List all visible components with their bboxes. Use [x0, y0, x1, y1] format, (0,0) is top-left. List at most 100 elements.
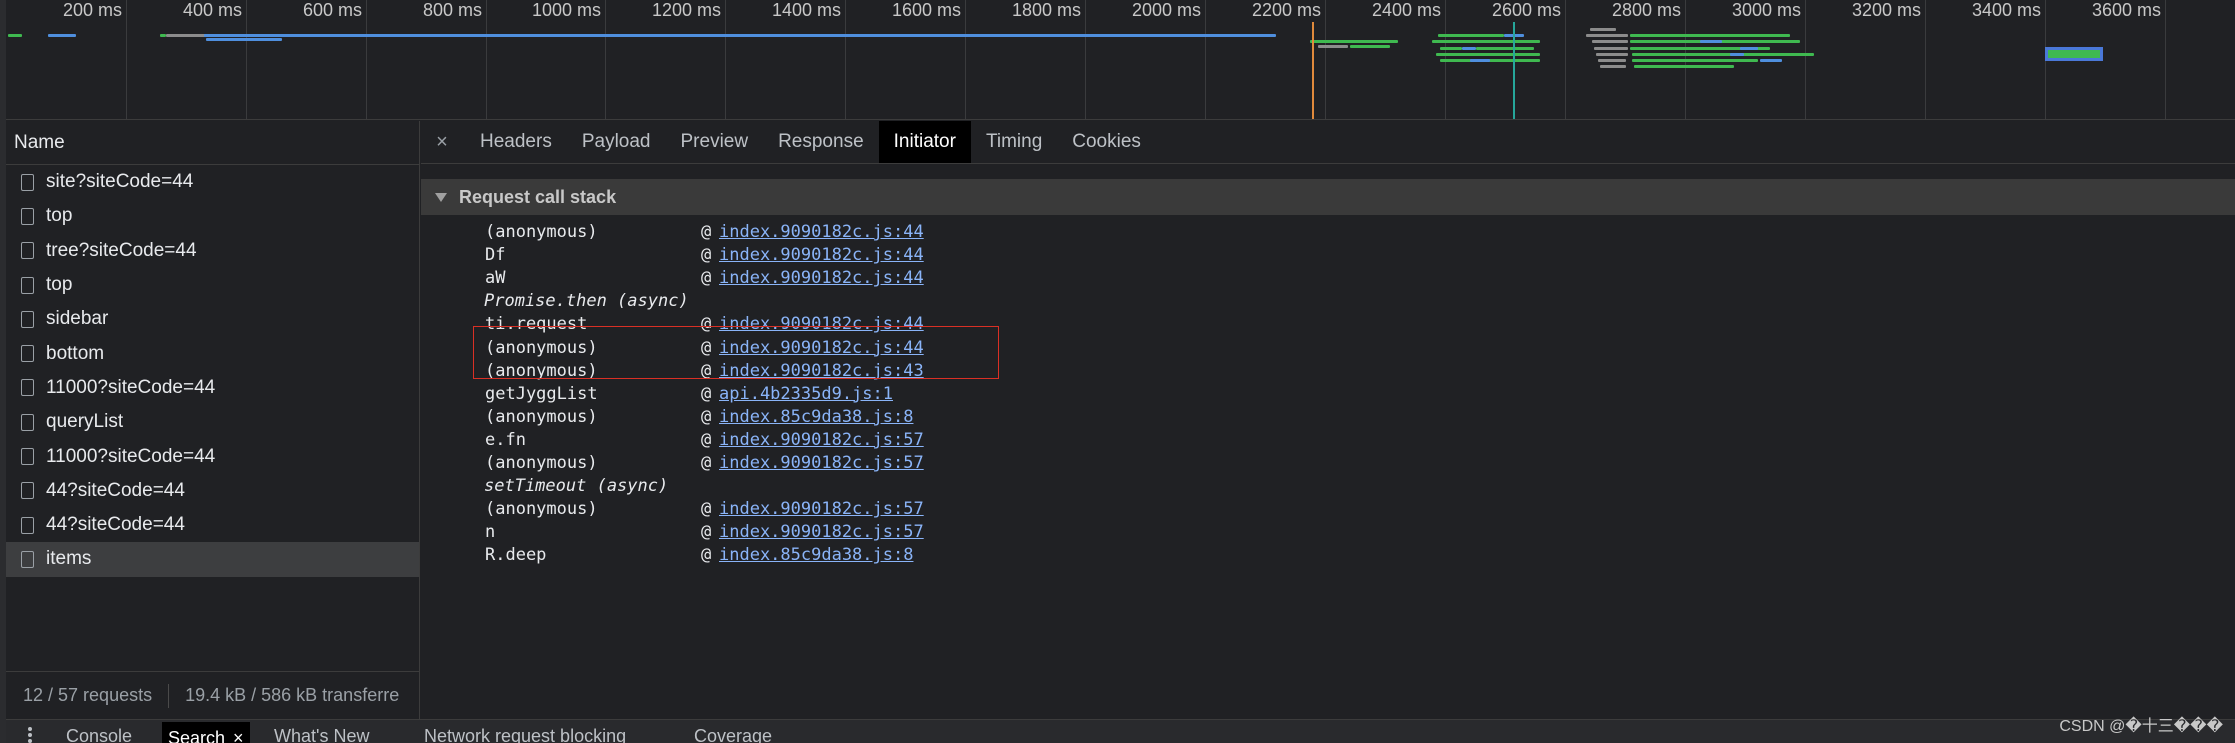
timeline-tick-label: 3400 ms: [1971, 0, 2041, 20]
frame-function-name: (anonymous): [485, 222, 598, 242]
tab-response[interactable]: Response: [763, 121, 879, 163]
timeline-request-bar: [1740, 47, 1758, 50]
frame-function-name: e.fn: [485, 429, 526, 450]
details-tab-bar: × Headers Payload Preview Response Initiator…: [421, 121, 2235, 164]
request-row[interactable]: items: [6, 542, 419, 577]
document-icon: [21, 379, 34, 397]
drawer-tab-network-request-blocking[interactable]: Network request blocking: [424, 726, 626, 743]
frame-function-name: n: [485, 522, 496, 543]
timeline-request-bar: [1596, 53, 1628, 56]
timeline-request-bar: [1350, 45, 1390, 48]
drawer-tab-search[interactable]: Search ×: [162, 722, 250, 743]
document-icon: [21, 345, 34, 363]
frame-source-link[interactable]: index.9090182c.js:57: [719, 430, 924, 450]
request-name: items: [46, 548, 92, 570]
frame-function-name: (anonymous): [485, 453, 598, 473]
drawer-tab-label: Console: [66, 726, 133, 743]
triangle-down-icon: [435, 192, 447, 202]
frame-at-sign: @: [701, 222, 712, 242]
timeline-request-bar: [48, 34, 76, 37]
timeline-tick-label: 2600 ms: [1491, 0, 1561, 20]
frame-source-link[interactable]: index.9090182c.js:44: [719, 268, 924, 288]
timeline-overview[interactable]: 200 ms 400 ms 600 ms 800 ms 1000 ms 1200 ms 14…: [0, 0, 2235, 120]
close-icon[interactable]: ×: [233, 728, 244, 743]
request-row[interactable]: 11000?siteCode=44: [6, 371, 419, 405]
highlight-annotation: [473, 326, 999, 379]
name-column-header[interactable]: Name: [6, 121, 419, 165]
timeline-request-bar: [1632, 59, 1758, 62]
request-row[interactable]: sidebar: [6, 302, 419, 336]
frame-source-link[interactable]: index.9090182c.js:57: [719, 499, 924, 519]
frame-function-name: (anonymous): [485, 499, 598, 520]
tab-initiator[interactable]: Initiator: [878, 121, 971, 163]
timeline-request-bar: [1586, 34, 1628, 37]
request-name: site?siteCode=44: [46, 171, 194, 193]
tab-headers[interactable]: Headers: [465, 121, 567, 163]
drawer-tab-what-s-new[interactable]: What's New: [274, 726, 369, 743]
request-row[interactable]: 44?siteCode=44: [6, 508, 419, 542]
request-row[interactable]: queryList: [6, 405, 419, 439]
request-row[interactable]: site?siteCode=44: [6, 165, 419, 199]
load-event-marker: [1513, 22, 1515, 119]
timeline-request-bar: [1630, 34, 1790, 37]
frame-source-link[interactable]: index.9090182c.js:44: [719, 222, 924, 242]
request-row[interactable]: 11000?siteCode=44: [6, 439, 419, 473]
request-row[interactable]: tree?siteCode=44: [6, 234, 419, 268]
request-row[interactable]: top: [6, 268, 419, 302]
tab-cookies[interactable]: Cookies: [1057, 121, 1156, 163]
request-call-stack-header[interactable]: Request call stack: [421, 179, 2235, 215]
frame-at-sign: @: [701, 499, 712, 520]
watermark: CSDN @�十三���: [2059, 718, 2223, 735]
frame-function-name: (anonymous): [485, 406, 598, 427]
timeline-request-bar: [166, 34, 206, 37]
close-icon[interactable]: ×: [429, 121, 455, 163]
timeline-request-bar: [1634, 65, 1734, 68]
timeline-request-bar: [1318, 45, 1348, 48]
document-icon: [21, 482, 34, 500]
frame-at-sign: @: [701, 453, 712, 473]
frame-at-sign: @: [701, 545, 712, 566]
frame-at-sign: @: [701, 406, 712, 427]
frame-source-link[interactable]: index.9090182c.js:57: [719, 453, 924, 473]
timeline-tick-label: 2400 ms: [1371, 0, 1441, 20]
request-details-panel: × Headers Payload Preview Response Initiator…: [421, 121, 2235, 719]
request-row[interactable]: 44?siteCode=44: [6, 474, 419, 508]
frame-source-link[interactable]: index.9090182c.js:44: [719, 245, 924, 265]
drawer-tab-console[interactable]: Console: [66, 726, 132, 743]
timeline-request-bar: [1310, 40, 1398, 43]
timeline-request-bar: [1598, 59, 1626, 62]
drawer-tab-label: What's New: [274, 726, 370, 743]
request-name: sidebar: [46, 308, 109, 330]
timeline-tick-label: 2000 ms: [1131, 0, 1201, 20]
tab-timing[interactable]: Timing: [971, 121, 1057, 163]
tab-preview[interactable]: Preview: [666, 121, 764, 163]
request-name: queryList: [46, 411, 124, 433]
drawer-tab-coverage[interactable]: Coverage: [694, 726, 772, 743]
drawer-tab-label: Search: [168, 728, 226, 743]
timeline-request-bar: [1632, 53, 1814, 56]
domcontentloaded-marker: [1312, 22, 1314, 119]
frame-at-sign: @: [701, 383, 712, 404]
request-list: site?siteCode=44 top tree?siteCode=44 top si…: [6, 165, 419, 577]
more-menu-icon[interactable]: [28, 727, 32, 743]
tab-payload[interactable]: Payload: [567, 121, 666, 163]
frame-source-link[interactable]: index.85c9da38.js:8: [719, 407, 913, 427]
timeline-request-bar: [1592, 40, 1628, 43]
timeline-request-bar: [1440, 47, 1462, 50]
frame-source-link[interactable]: api.4b2335d9.js:1: [719, 384, 893, 404]
frame-function-name: aW: [485, 268, 506, 289]
timeline-tick-label: 3200 ms: [1851, 0, 1921, 20]
transfer-size: 19.4 kB / 586 kB transferre: [185, 685, 400, 705]
timeline-tick-label: 2800 ms: [1611, 0, 1681, 20]
timeline-tick-label: 200 ms: [62, 0, 122, 20]
selected-request-bar[interactable]: [2045, 47, 2103, 61]
request-name: 44?siteCode=44: [46, 514, 185, 536]
timeline-request-bar: [1436, 53, 1540, 56]
stack-frame-row: R.deep @ index.85c9da38.js:8: [421, 540, 1421, 570]
frame-source-link[interactable]: index.9090182c.js:57: [719, 522, 924, 542]
request-row[interactable]: bottom: [6, 336, 419, 370]
timeline-tick-label: 2200 ms: [1251, 0, 1321, 20]
request-row[interactable]: top: [6, 199, 419, 233]
timeline-request-bar: [1700, 40, 1722, 43]
frame-source-link[interactable]: index.85c9da38.js:8: [719, 545, 913, 565]
